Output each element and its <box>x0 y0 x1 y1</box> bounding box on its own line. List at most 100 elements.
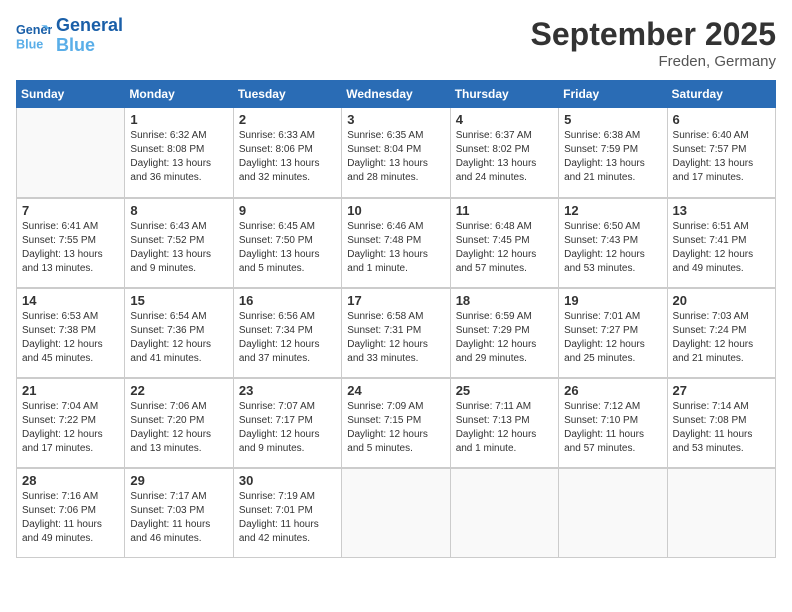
calendar-cell: 20 Sunrise: 7:03 AM Sunset: 7:24 PM Dayli… <box>667 288 775 378</box>
calendar-week-row: 28 Sunrise: 7:16 AM Sunset: 7:06 PM Dayli… <box>17 468 776 558</box>
calendar-cell: 22 Sunrise: 7:06 AM Sunset: 7:20 PM Dayli… <box>125 378 233 468</box>
day-number: 13 <box>673 203 770 218</box>
day-number: 8 <box>130 203 227 218</box>
day-number: 5 <box>564 112 661 127</box>
day-number: 27 <box>673 383 770 398</box>
day-info: Sunrise: 6:58 AM Sunset: 7:31 PM Dayligh… <box>347 310 444 366</box>
day-number: 18 <box>456 293 553 308</box>
day-number: 21 <box>22 383 119 398</box>
calendar-cell: 10Sunrise: 6:46 AM Sunset: 7:48 PM Dayli… <box>342 198 450 288</box>
col-header-wednesday: Wednesday <box>342 81 450 108</box>
day-number: 19 <box>564 293 661 308</box>
calendar-cell: 13 Sunrise: 6:51 AM Sunset: 7:41 PM Dayli… <box>667 198 775 288</box>
day-number: 7 <box>22 203 119 218</box>
day-number: 30 <box>239 473 336 488</box>
calendar-cell: 5 Sunrise: 6:38 AM Sunset: 7:59 PM Daylig… <box>559 108 667 198</box>
day-info: Sunrise: 7:03 AM Sunset: 7:24 PM Dayligh… <box>673 310 770 366</box>
calendar-cell: 12Sunrise: 6:50 AM Sunset: 7:43 PM Dayli… <box>559 198 667 288</box>
day-info: Sunrise: 6:59 AM Sunset: 7:29 PM Dayligh… <box>456 310 553 366</box>
day-info: Sunrise: 7:12 AM Sunset: 7:10 PM Dayligh… <box>564 400 661 456</box>
day-number: 2 <box>239 112 336 127</box>
calendar-cell <box>17 108 125 198</box>
header: General Blue General Blue September 2025… <box>16 16 776 70</box>
day-number: 25 <box>456 383 553 398</box>
day-number: 28 <box>22 473 119 488</box>
day-number: 17 <box>347 293 444 308</box>
day-info: Sunrise: 6:32 AM Sunset: 8:08 PM Dayligh… <box>130 129 227 185</box>
calendar-cell: 7 Sunrise: 6:41 AM Sunset: 7:55 PM Daylig… <box>17 198 125 288</box>
calendar-week-row: 1Sunrise: 6:32 AM Sunset: 8:08 PM Daylig… <box>17 108 776 198</box>
logo-line1: General <box>56 15 123 35</box>
day-number: 23 <box>239 383 336 398</box>
calendar-cell: 9 Sunrise: 6:45 AM Sunset: 7:50 PM Daylig… <box>233 198 341 288</box>
day-info: Sunrise: 7:04 AM Sunset: 7:22 PM Dayligh… <box>22 400 119 456</box>
day-info: Sunrise: 6:54 AM Sunset: 7:36 PM Dayligh… <box>130 310 227 366</box>
calendar-table: SundayMondayTuesdayWednesdayThursdayFrid… <box>16 80 776 558</box>
day-info: Sunrise: 6:38 AM Sunset: 7:59 PM Dayligh… <box>564 129 661 185</box>
day-info: Sunrise: 6:37 AM Sunset: 8:02 PM Dayligh… <box>456 129 553 185</box>
day-info: Sunrise: 7:11 AM Sunset: 7:13 PM Dayligh… <box>456 400 553 456</box>
day-number: 16 <box>239 293 336 308</box>
col-header-tuesday: Tuesday <box>233 81 341 108</box>
day-info: Sunrise: 6:51 AM Sunset: 7:41 PM Dayligh… <box>673 220 770 276</box>
day-number: 29 <box>130 473 227 488</box>
calendar-body: 1Sunrise: 6:32 AM Sunset: 8:08 PM Daylig… <box>17 108 776 558</box>
calendar-cell: 19 Sunrise: 7:01 AM Sunset: 7:27 PM Dayli… <box>559 288 667 378</box>
calendar-cell: 23 Sunrise: 7:07 AM Sunset: 7:17 PM Dayli… <box>233 378 341 468</box>
day-number: 3 <box>347 112 444 127</box>
day-info: Sunrise: 6:35 AM Sunset: 8:04 PM Dayligh… <box>347 129 444 185</box>
day-info: Sunrise: 6:33 AM Sunset: 8:06 PM Dayligh… <box>239 129 336 185</box>
day-info: Sunrise: 6:41 AM Sunset: 7:55 PM Dayligh… <box>22 220 119 276</box>
calendar-week-row: 7 Sunrise: 6:41 AM Sunset: 7:55 PM Daylig… <box>17 198 776 288</box>
col-header-friday: Friday <box>559 81 667 108</box>
calendar-cell: 18 Sunrise: 6:59 AM Sunset: 7:29 PM Dayli… <box>450 288 558 378</box>
title-area: September 2025 Freden, Germany <box>531 16 776 70</box>
calendar-cell: 30Sunrise: 7:19 AM Sunset: 7:01 PM Dayli… <box>233 468 341 558</box>
calendar-week-row: 21 Sunrise: 7:04 AM Sunset: 7:22 PM Dayli… <box>17 378 776 468</box>
calendar-header-row: SundayMondayTuesdayWednesdayThursdayFrid… <box>17 81 776 108</box>
calendar-cell: 29 Sunrise: 7:17 AM Sunset: 7:03 PM Dayli… <box>125 468 233 558</box>
day-info: Sunrise: 7:09 AM Sunset: 7:15 PM Dayligh… <box>347 400 444 456</box>
svg-text:Blue: Blue <box>16 37 43 51</box>
calendar-cell: 21 Sunrise: 7:04 AM Sunset: 7:22 PM Dayli… <box>17 378 125 468</box>
col-header-monday: Monday <box>125 81 233 108</box>
calendar-cell: 4 Sunrise: 6:37 AM Sunset: 8:02 PM Daylig… <box>450 108 558 198</box>
calendar-cell: 28 Sunrise: 7:16 AM Sunset: 7:06 PM Dayli… <box>17 468 125 558</box>
calendar-cell: 25 Sunrise: 7:11 AM Sunset: 7:13 PM Dayli… <box>450 378 558 468</box>
day-info: Sunrise: 6:50 AM Sunset: 7:43 PM Dayligh… <box>564 220 661 276</box>
calendar-cell: 26Sunrise: 7:12 AM Sunset: 7:10 PM Dayli… <box>559 378 667 468</box>
day-info: Sunrise: 7:16 AM Sunset: 7:06 PM Dayligh… <box>22 490 119 546</box>
calendar-cell: 3 Sunrise: 6:35 AM Sunset: 8:04 PM Daylig… <box>342 108 450 198</box>
day-number: 20 <box>673 293 770 308</box>
calendar-cell: 2 Sunrise: 6:33 AM Sunset: 8:06 PM Daylig… <box>233 108 341 198</box>
day-number: 24 <box>347 383 444 398</box>
calendar-cell: 6 Sunrise: 6:40 AM Sunset: 7:57 PM Daylig… <box>667 108 775 198</box>
day-info: Sunrise: 7:07 AM Sunset: 7:17 PM Dayligh… <box>239 400 336 456</box>
day-number: 6 <box>673 112 770 127</box>
calendar-cell <box>559 468 667 558</box>
col-header-thursday: Thursday <box>450 81 558 108</box>
calendar-cell: 27 Sunrise: 7:14 AM Sunset: 7:08 PM Dayli… <box>667 378 775 468</box>
day-info: Sunrise: 7:14 AM Sunset: 7:08 PM Dayligh… <box>673 400 770 456</box>
day-info: Sunrise: 7:06 AM Sunset: 7:20 PM Dayligh… <box>130 400 227 456</box>
day-info: Sunrise: 6:53 AM Sunset: 7:38 PM Dayligh… <box>22 310 119 366</box>
calendar-cell: 15 Sunrise: 6:54 AM Sunset: 7:36 PM Dayli… <box>125 288 233 378</box>
day-number: 4 <box>456 112 553 127</box>
calendar-cell: 24 Sunrise: 7:09 AM Sunset: 7:15 PM Dayli… <box>342 378 450 468</box>
day-info: Sunrise: 7:01 AM Sunset: 7:27 PM Dayligh… <box>564 310 661 366</box>
col-header-saturday: Saturday <box>667 81 775 108</box>
day-number: 11 <box>456 203 553 218</box>
day-info: Sunrise: 6:56 AM Sunset: 7:34 PM Dayligh… <box>239 310 336 366</box>
day-number: 10 <box>347 203 444 218</box>
day-number: 22 <box>130 383 227 398</box>
calendar-cell: 16 Sunrise: 6:56 AM Sunset: 7:34 PM Dayli… <box>233 288 341 378</box>
day-info: Sunrise: 6:40 AM Sunset: 7:57 PM Dayligh… <box>673 129 770 185</box>
day-number: 15 <box>130 293 227 308</box>
calendar-cell: 11Sunrise: 6:48 AM Sunset: 7:45 PM Dayli… <box>450 198 558 288</box>
calendar-cell <box>450 468 558 558</box>
calendar-cell <box>342 468 450 558</box>
logo: General Blue General Blue <box>16 16 123 56</box>
day-number: 9 <box>239 203 336 218</box>
day-info: Sunrise: 6:45 AM Sunset: 7:50 PM Dayligh… <box>239 220 336 276</box>
day-info: Sunrise: 7:17 AM Sunset: 7:03 PM Dayligh… <box>130 490 227 546</box>
